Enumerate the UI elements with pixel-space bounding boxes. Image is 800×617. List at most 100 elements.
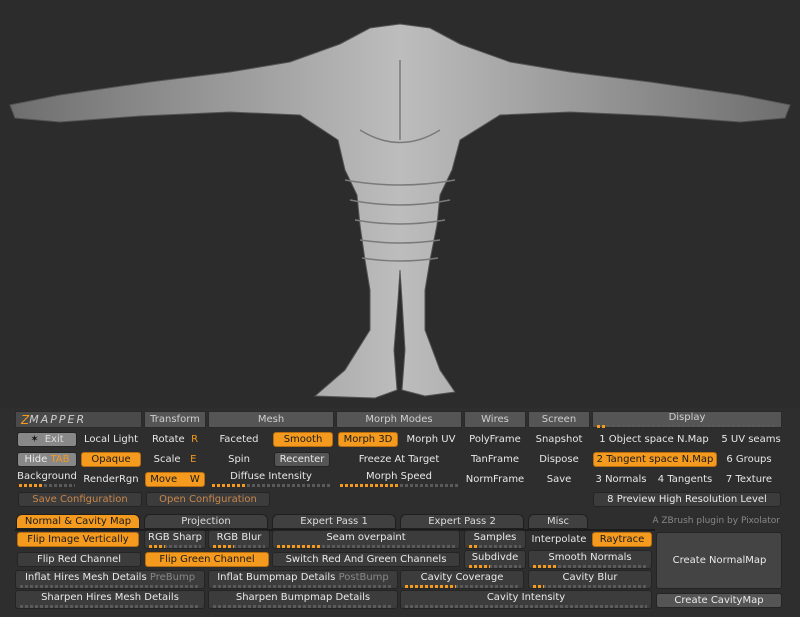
cavity-blur-bar bbox=[533, 584, 647, 588]
tab-expert-pass-2[interactable]: Expert Pass 2 bbox=[400, 514, 524, 529]
creature-model bbox=[9, 23, 791, 399]
dispose-button[interactable]: Dispose bbox=[528, 452, 590, 467]
hide-key: TAB bbox=[50, 454, 70, 465]
subdivide-bar bbox=[469, 564, 521, 568]
inflat-bump-bar bbox=[213, 584, 393, 588]
header-morph-modes: Morph Modes bbox=[336, 411, 462, 428]
inflat-bumpmap-slider[interactable]: Inflat Bumpmap Details PostBump bbox=[208, 570, 398, 589]
inflat-hires-label: Inflat Hires Mesh Details bbox=[24, 571, 147, 583]
rgb-sharp-slider[interactable]: RGB Sharp bbox=[144, 530, 206, 549]
normals-button[interactable]: 3 Normals bbox=[590, 472, 652, 487]
normframe-button[interactable]: NormFrame bbox=[464, 472, 526, 487]
subdivide-slider[interactable]: Subdivde bbox=[464, 550, 526, 569]
morph-uv-button[interactable]: Morph UV bbox=[400, 432, 462, 447]
header-mesh: Mesh bbox=[208, 411, 334, 428]
scale-button[interactable]: Scale E bbox=[144, 452, 206, 467]
interpolate-button[interactable]: Interpolate bbox=[528, 532, 590, 547]
recenter-button[interactable]: Recenter bbox=[274, 452, 330, 467]
viewport-3d[interactable] bbox=[0, 0, 800, 408]
tab-expert-pass-1[interactable]: Expert Pass 1 bbox=[272, 514, 396, 529]
create-normalmap-button[interactable]: CCreate NormalMap bbox=[656, 532, 782, 589]
morph-speed-fill bbox=[340, 484, 399, 487]
groups-button[interactable]: 6 Groups bbox=[718, 452, 780, 467]
background-bar bbox=[19, 484, 75, 487]
cavity-blur-slider[interactable]: Cavity Blur bbox=[528, 570, 652, 589]
open-configuration-button[interactable]: Open Configuration bbox=[146, 492, 270, 507]
zmapper-logo: Z MAPPER bbox=[15, 411, 142, 428]
polyframe-button[interactable]: PolyFrame bbox=[464, 432, 526, 447]
plugin-credit: A ZBrush plugin by Pixolator bbox=[652, 515, 780, 526]
diffuse-intensity-slider[interactable]: Diffuse Intensity bbox=[208, 469, 334, 489]
background-slider[interactable]: Background bbox=[15, 469, 79, 489]
tab-projection[interactable]: Projection bbox=[144, 514, 268, 529]
morph-speed-slider[interactable]: Morph Speed bbox=[336, 469, 462, 489]
seam-bar bbox=[277, 544, 455, 548]
morph-speed-bar bbox=[340, 484, 458, 487]
flip-image-vertically-button[interactable]: Flip Image Vertically bbox=[17, 532, 139, 547]
cavity-intensity-slider[interactable]: Cavity Intensity bbox=[400, 590, 652, 609]
smooth-normals-slider[interactable]: Smooth Normals bbox=[528, 550, 652, 569]
exit-label: Exit bbox=[44, 434, 64, 445]
tangent-space-nmap-button[interactable]: 2 Tangent space N.Map bbox=[593, 452, 717, 467]
display-bar bbox=[597, 425, 777, 428]
save-button[interactable]: Save bbox=[528, 472, 590, 487]
freeze-at-target-button[interactable]: Freeze At Target bbox=[336, 452, 462, 467]
logo-text: MAPPER bbox=[29, 413, 87, 426]
inflat-hires-bar bbox=[20, 584, 200, 588]
local-light-button[interactable]: Local Light bbox=[80, 432, 142, 447]
diffuse-fill bbox=[212, 484, 248, 487]
create-cavitymap-button[interactable]: Create CavityMap bbox=[656, 593, 782, 608]
tab-misc[interactable]: Misc bbox=[528, 514, 588, 529]
cavity-blur-fill bbox=[533, 584, 545, 588]
postbump-label: PostBump bbox=[338, 571, 389, 583]
flip-green-channel-button[interactable]: Flip Green Channel bbox=[145, 552, 269, 567]
subdivide-label: Subdivde bbox=[471, 551, 519, 563]
texture-button[interactable]: 7 Texture bbox=[718, 472, 780, 487]
cavity-coverage-label: Cavity Coverage bbox=[420, 571, 504, 583]
subdivide-fill bbox=[469, 564, 490, 568]
tangents-button[interactable]: 4 Tangents bbox=[654, 472, 716, 487]
header-screen: Screen bbox=[528, 411, 590, 428]
object-space-nmap-button[interactable]: 1 Object space N.Map bbox=[592, 432, 716, 447]
faceted-button[interactable]: Faceted bbox=[208, 432, 270, 447]
samples-label: Samples bbox=[473, 531, 517, 543]
uv-seams-button[interactable]: 5 UV seams bbox=[718, 432, 784, 447]
sharpen-hires-mesh-slider[interactable]: Sharpen Hires Mesh Details bbox=[15, 590, 205, 609]
seam-fill bbox=[277, 544, 322, 548]
snapshot-button[interactable]: Snapshot bbox=[528, 432, 590, 447]
save-configuration-button[interactable]: Save Configuration bbox=[18, 492, 142, 507]
renderrgn-button[interactable]: RenderRgn bbox=[80, 472, 142, 487]
hide-tab-button[interactable]: Hide TAB bbox=[17, 452, 77, 467]
cavity-intensity-label: Cavity Intensity bbox=[486, 591, 566, 603]
samples-slider[interactable]: Samples bbox=[464, 530, 526, 549]
create-normalmap-label: Create NormalMap bbox=[671, 555, 767, 566]
spin-button[interactable]: Spin bbox=[208, 452, 270, 467]
logo-z: Z bbox=[21, 412, 30, 427]
sharpen-hires-bar bbox=[20, 604, 200, 608]
tanframe-button[interactable]: TanFrame bbox=[464, 452, 526, 467]
display-slider[interactable]: Display bbox=[592, 411, 782, 428]
sharpen-hires-label: Sharpen Hires Mesh Details bbox=[41, 591, 179, 603]
header-transform: Transform bbox=[144, 411, 206, 428]
rgb-sharp-fill bbox=[149, 544, 165, 548]
exit-button[interactable]: ✶ Exit bbox=[17, 432, 77, 447]
preview-high-res-button[interactable]: 8 Preview High Resolution Level bbox=[593, 492, 781, 507]
move-key: W bbox=[189, 474, 200, 485]
inflat-hires-mesh-slider[interactable]: Inflat Hires Mesh Details PreBump bbox=[15, 570, 205, 589]
tab-normal-cavity-map[interactable]: Normal & Cavity Map bbox=[16, 514, 140, 529]
cavity-coverage-slider[interactable]: Cavity Coverage bbox=[400, 570, 524, 589]
morph-3d-button[interactable]: Morph 3D bbox=[338, 432, 398, 447]
smooth-normals-label: Smooth Normals bbox=[548, 551, 632, 563]
flip-red-channel-button[interactable]: Flip Red Channel bbox=[17, 552, 141, 567]
move-button[interactable]: Move W bbox=[145, 472, 205, 487]
opaque-button[interactable]: Opaque bbox=[81, 452, 141, 467]
switch-red-green-button[interactable]: Switch Red And Green Channels bbox=[272, 552, 460, 567]
seam-overpaint-slider[interactable]: Seam overpaint bbox=[272, 530, 460, 549]
sharpen-bumpmap-slider[interactable]: Sharpen Bumpmap Details bbox=[208, 590, 398, 609]
smooth-button[interactable]: Smooth bbox=[273, 432, 333, 447]
smooth-normals-fill bbox=[533, 564, 556, 568]
rotate-button[interactable]: Rotate R bbox=[144, 432, 206, 447]
raytrace-button[interactable]: Raytrace bbox=[592, 532, 652, 547]
samples-fill bbox=[469, 544, 480, 548]
rgb-blur-slider[interactable]: RGB Blur bbox=[208, 530, 270, 549]
